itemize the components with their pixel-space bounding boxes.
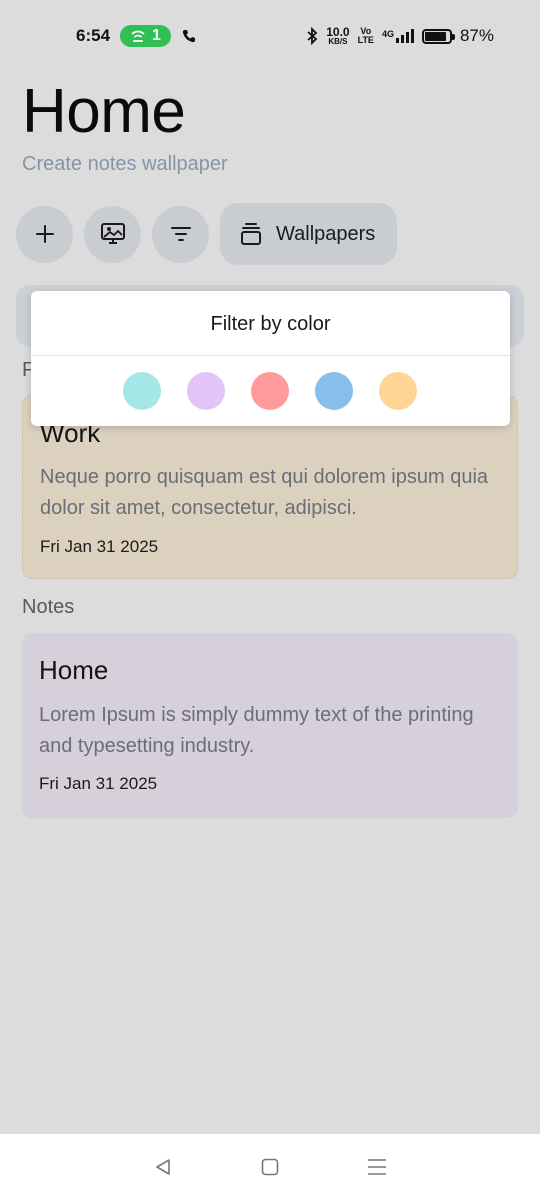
battery-fill [424, 31, 446, 41]
status-bar: 6:54 1 10.0 KB/S Vo LTE 4G 87% [0, 0, 540, 72]
back-icon[interactable] [153, 1157, 173, 1177]
signal-indicator: 4G [382, 29, 414, 43]
speed-unit: KB/S [328, 37, 348, 46]
color-swatch-orange[interactable] [379, 372, 417, 410]
stack-icon [241, 223, 261, 245]
color-swatches [123, 372, 417, 410]
color-swatch-lavender[interactable] [187, 372, 225, 410]
hotspot-indicator: 1 [120, 25, 171, 47]
hotspot-icon [131, 30, 145, 42]
note-date: Fri Jan 31 2025 [40, 537, 159, 556]
color-swatch-red[interactable] [251, 372, 289, 410]
phone-icon [182, 30, 195, 43]
network-type: 4G [381, 29, 394, 39]
filter-popup: Filter by color [31, 291, 510, 426]
bluetooth-icon [307, 27, 318, 45]
note-date: Fri Jan 31 2025 [39, 774, 158, 793]
popup-title: Filter by color [210, 313, 331, 335]
plus-icon [35, 225, 54, 243]
section-label-notes: Notes [22, 596, 75, 618]
wallpapers-label: Wallpapers [276, 222, 376, 245]
system-nav-bar [0, 1134, 540, 1200]
color-swatch-cyan[interactable] [123, 372, 161, 410]
wallpaper-preview-button[interactable] [84, 205, 141, 263]
add-note-button[interactable] [16, 205, 73, 263]
battery-icon [421, 28, 455, 44]
note-title: Home [39, 655, 109, 685]
note-card-home[interactable]: Home Lorem Ipsum is simply dummy text of… [22, 633, 518, 818]
volte-bottom: LTE [357, 35, 374, 45]
wallpaper-icon [100, 223, 125, 244]
toolbar: Wallpapers [16, 203, 398, 265]
wallpapers-button[interactable]: Wallpapers [220, 203, 398, 265]
volte-indicator: Vo LTE [358, 27, 374, 45]
note-body: Lorem Ipsum is simply dummy text of the … [39, 704, 474, 757]
hotspot-count: 1 [152, 27, 161, 44]
filter-icon [170, 227, 191, 241]
signal-icon [395, 29, 414, 43]
page-subtitle: Create notes wallpaper [22, 153, 228, 175]
status-time: 6:54 [76, 26, 111, 45]
home-icon[interactable] [260, 1157, 280, 1177]
popup-divider [31, 355, 510, 356]
battery-percent: 87% [459, 26, 494, 45]
status-left: 6:54 1 [76, 25, 197, 47]
page-title: Home [22, 77, 186, 146]
note-body: Neque porro quisquam est qui dolorem ips… [40, 466, 489, 519]
network-speed: 10.0 KB/S [326, 26, 349, 46]
color-swatch-blue[interactable] [315, 372, 353, 410]
recents-menu-icon[interactable] [367, 1157, 387, 1177]
filter-button[interactable] [152, 205, 209, 263]
status-right: 10.0 KB/S Vo LTE 4G 87% [306, 26, 494, 46]
